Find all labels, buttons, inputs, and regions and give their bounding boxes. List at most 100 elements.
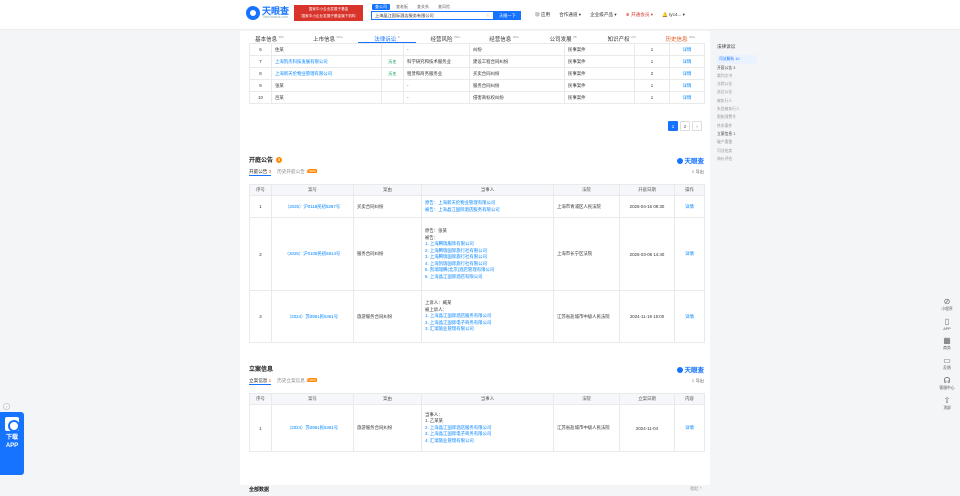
party-line[interactable]: 被告：上海晶江国际酒店服务有限公司 xyxy=(425,207,550,214)
tab-hearings-current[interactable]: 开庭公告 3 xyxy=(249,169,272,176)
case-type: 民事案件 xyxy=(564,67,635,80)
case-number[interactable]: （2024）苏0981民5361号 xyxy=(271,290,354,343)
page-next[interactable]: › xyxy=(692,121,702,131)
hearing-date: 2025-03-06 14:40 xyxy=(619,217,675,291)
logo-subtitle: TianYancha.com xyxy=(262,14,288,19)
party-tag xyxy=(381,79,404,92)
tab-legal[interactable]: 法律诉讼 8 xyxy=(357,31,417,43)
tab-development[interactable]: 公司发展 88 xyxy=(534,31,593,43)
column-header: 当事人 xyxy=(421,184,554,196)
outline-title: 法律诉讼 xyxy=(717,44,736,49)
case-number[interactable]: （2025）沪0118民初5387号 xyxy=(271,195,354,218)
nav-partner[interactable]: 合作通道 ▾ xyxy=(559,12,581,18)
outline-item[interactable]: 法院公告 xyxy=(717,80,757,88)
row-number: 8 xyxy=(249,67,272,80)
headset-icon: ☊ xyxy=(943,376,951,385)
collapse-button[interactable]: 收起 ^ xyxy=(690,486,702,492)
table-row: 1 （2024）苏0981民5361号 旅游服务合同纠纷 当事人： 1. 乙某某 2. 上… xyxy=(249,404,705,452)
party-name[interactable]: 上海新天伦物业管理有限公司 xyxy=(271,67,382,80)
column-header: 操作 xyxy=(674,184,705,196)
page-1[interactable]: 1 xyxy=(668,121,678,131)
floating-tools: ⊘ 小程序 ▯ APP ▦ 商务 ▭ 反馈 ☊ 客服中心 ⇧ 顶部 xyxy=(936,297,958,416)
close-icon[interactable]: × xyxy=(3,403,10,410)
tab-listing-info[interactable]: 上市信息 999+ xyxy=(299,31,358,43)
tab-basic-info[interactable]: 基本信息 383 xyxy=(240,31,299,43)
filings-title: 立案信息 xyxy=(249,367,274,373)
case-count: 1 xyxy=(634,91,670,104)
outline-item[interactable]: 失信被执行人 xyxy=(717,105,757,113)
detail-link[interactable]: 详情 xyxy=(669,91,705,104)
service-button[interactable]: ☊ 客服中心 xyxy=(936,376,958,391)
outline-item[interactable]: 破产重整 xyxy=(717,138,757,146)
industry: - xyxy=(403,91,470,104)
case-count: 1 xyxy=(634,79,670,92)
column-header: 案号 xyxy=(271,184,354,196)
nav-apps[interactable]: ▦ 应用 xyxy=(535,12,550,18)
tab-business-info[interactable]: 经营信息 999+ xyxy=(475,31,534,43)
scope-relation[interactable]: 查关系 xyxy=(414,4,432,10)
case-number[interactable]: （2025）沪0105民初6914号 xyxy=(271,217,354,291)
new-tag: NEW xyxy=(308,169,317,173)
tab-history[interactable]: 历史信息 999+ xyxy=(651,31,710,43)
detail-link[interactable]: 详情 xyxy=(674,195,705,218)
business-button[interactable]: ▦ 商务 xyxy=(936,336,958,351)
section-tabs: 基本信息 383 上市信息 999+ 法律诉讼 8 经营风险 999+ 经营信息… xyxy=(240,31,710,43)
back-to-top-button[interactable]: ⇧ 顶部 xyxy=(936,396,958,411)
outline-item[interactable]: 限制消费令 xyxy=(717,113,757,121)
industry: - xyxy=(403,43,470,56)
export-button[interactable]: 导出 xyxy=(691,169,704,175)
nav-vip[interactable]: ♛ 开通会员 ▾ xyxy=(626,12,653,18)
outline-item[interactable]: 送达公告 xyxy=(717,88,757,96)
tab-filings-current[interactable]: 立案信息 1 xyxy=(249,378,272,385)
scope-boss[interactable]: 查老板 xyxy=(393,4,411,10)
detail-link[interactable]: 详情 xyxy=(669,55,705,68)
outline-item[interactable]: 询价评估 xyxy=(717,155,757,163)
table-row: 2 （2025）沪0105民初6914号 服务合同纠纷 原告：张某 被告： 1. 上海腾瑞… xyxy=(249,217,705,291)
hearings-title: 开庭公告 3 xyxy=(249,155,283,164)
export-button[interactable]: 导出 xyxy=(691,378,704,384)
detail-link[interactable]: 详情 xyxy=(674,290,705,343)
page-2[interactable]: 2 xyxy=(680,121,690,131)
scope-risk[interactable]: 查风险 xyxy=(435,4,453,10)
tab-ip[interactable]: 知识产权 137 xyxy=(593,31,652,43)
party-name[interactable]: 住某 xyxy=(271,43,382,56)
app-logo-icon xyxy=(5,417,20,432)
nav-enterprise[interactable]: 企业级产品 ▾ xyxy=(590,12,617,18)
party-name[interactable]: 上海凯杰科技发展有限公司 xyxy=(271,55,382,68)
party-line[interactable]: 4. 汇瑞旅业管理有限公司 xyxy=(425,438,550,445)
tab-business-risk[interactable]: 经营风险 999+ xyxy=(416,31,475,43)
outline-item[interactable]: 终本案件 xyxy=(717,122,757,130)
app-download-badge[interactable]: × 下载 APP xyxy=(0,403,24,475)
detail-link[interactable]: 详情 xyxy=(669,43,705,56)
tab-hearings-history[interactable]: 历史开庭公告 14NEW xyxy=(277,169,317,176)
search-button[interactable]: 天眼一下 xyxy=(494,11,521,20)
nav-user[interactable]: 🔔 tyc4... ▾ xyxy=(662,12,685,18)
outline-item[interactable]: 裁判文书 xyxy=(717,72,757,80)
site-logo[interactable]: 天眼查 TianYancha.com xyxy=(246,6,289,20)
party-name[interactable]: 张某 xyxy=(271,79,382,92)
scope-company[interactable]: 查公司 xyxy=(372,4,390,10)
mini-program-button[interactable]: ⊘ 小程序 xyxy=(936,297,958,312)
search-input[interactable]: 上海晶江国际酒店服务有限公司 ⓧ xyxy=(371,11,494,20)
detail-link[interactable]: 详情 xyxy=(674,404,705,452)
outline-item[interactable]: 立案信息 1 xyxy=(717,130,757,138)
outline-item[interactable]: 被执行人 xyxy=(717,97,757,105)
feedback-button[interactable]: ▭ 反馈 xyxy=(936,356,958,371)
detail-link[interactable]: 详情 xyxy=(674,217,705,291)
outline-item[interactable]: 司法拍卖 xyxy=(717,147,757,155)
detail-link[interactable]: 详情 xyxy=(669,79,705,92)
tab-filings-history[interactable]: 历史立案信息 16NEW xyxy=(277,378,317,385)
case-number[interactable]: （2024）苏0981民5361号 xyxy=(271,404,354,452)
clear-icon[interactable]: ⓧ xyxy=(486,12,490,19)
column-header: 立案日期 xyxy=(619,393,675,405)
outline-item[interactable]: 开庭公告 3 xyxy=(717,64,757,72)
party-line[interactable]: 3. 汇瑞旅业管理有限公司 xyxy=(425,326,550,333)
promo-banner[interactable]: 国家中小企业发展子基金 国家中小企业发展子基金旗下机构 xyxy=(294,5,363,21)
case-count: 2 xyxy=(634,67,670,80)
detail-link[interactable]: 详情 xyxy=(669,67,705,80)
parties-cell: 当事人： 1. 乙某某 2. 上海晶江国际酒店服务有限公司 3. 上海晶江国际电子商务… xyxy=(421,404,554,452)
app-button[interactable]: ▯ APP xyxy=(936,317,958,331)
outline-item[interactable]: 司法解析 10 xyxy=(717,55,757,64)
party-name[interactable]: 吕某 xyxy=(271,91,382,104)
party-line[interactable]: 6. 上海晶江国际酒店有限公司 xyxy=(425,274,550,281)
